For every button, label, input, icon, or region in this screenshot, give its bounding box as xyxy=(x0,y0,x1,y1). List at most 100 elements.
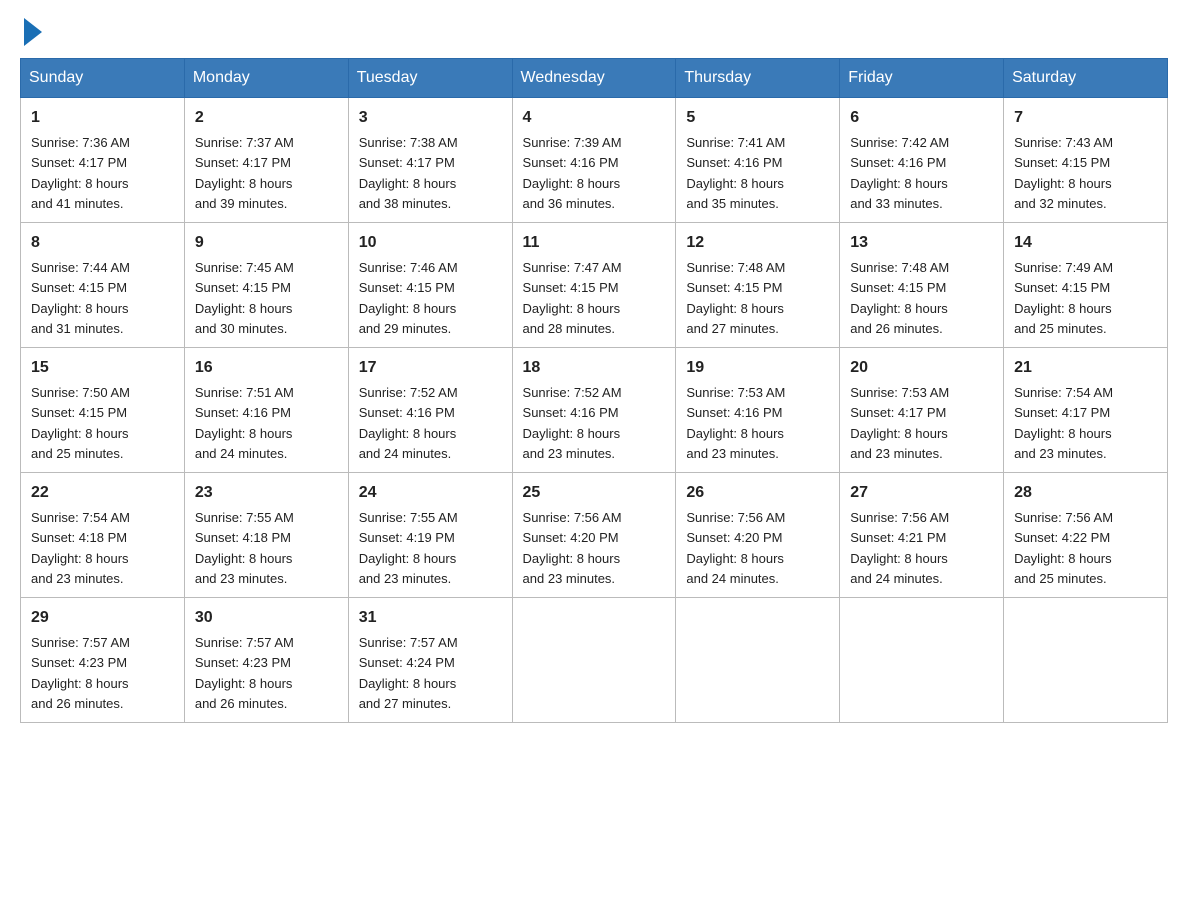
calendar-cell: 26Sunrise: 7:56 AMSunset: 4:20 PMDayligh… xyxy=(676,473,840,598)
day-number: 5 xyxy=(686,106,829,130)
calendar-cell: 16 Sunrise: 7:51 AMSunset: 4:16 PMDayligh… xyxy=(184,348,348,473)
day-number: 28 xyxy=(1014,481,1157,505)
day-number: 31 xyxy=(359,606,502,630)
calendar-cell: 3 Sunrise: 7:38 AMSunset: 4:17 PMDaylight… xyxy=(348,98,512,223)
day-info: Sunrise: 7:55 AMSunset: 4:18 PMDaylight:… xyxy=(195,510,294,586)
day-number: 20 xyxy=(850,356,993,380)
calendar-week-row: 15 Sunrise: 7:50 AMSunset: 4:15 PMDayligh… xyxy=(21,348,1168,473)
day-info: Sunrise: 7:54 AMSunset: 4:18 PMDaylight:… xyxy=(31,510,130,586)
day-header-sunday: Sunday xyxy=(21,59,185,98)
day-info: Sunrise: 7:50 AMSunset: 4:15 PMDaylight:… xyxy=(31,385,130,461)
day-info: Sunrise: 7:51 AMSunset: 4:16 PMDaylight:… xyxy=(195,385,294,461)
calendar-cell: 8Sunrise: 7:44 AMSunset: 4:15 PMDaylight… xyxy=(21,223,185,348)
day-number: 2 xyxy=(195,106,338,130)
day-number: 30 xyxy=(195,606,338,630)
calendar-cell: 10 Sunrise: 7:46 AMSunset: 4:15 PMDayligh… xyxy=(348,223,512,348)
logo-arrow-icon xyxy=(24,18,42,46)
day-info: Sunrise: 7:45 AMSunset: 4:15 PMDaylight:… xyxy=(195,260,294,336)
day-info: Sunrise: 7:54 AMSunset: 4:17 PMDaylight:… xyxy=(1014,385,1113,461)
day-info: Sunrise: 7:55 AMSunset: 4:19 PMDaylight:… xyxy=(359,510,458,586)
day-number: 23 xyxy=(195,481,338,505)
day-info: Sunrise: 7:57 AMSunset: 4:23 PMDaylight:… xyxy=(195,635,294,711)
calendar-cell: 17 Sunrise: 7:52 AMSunset: 4:16 PMDayligh… xyxy=(348,348,512,473)
day-number: 25 xyxy=(523,481,666,505)
day-number: 26 xyxy=(686,481,829,505)
day-header-wednesday: Wednesday xyxy=(512,59,676,98)
calendar-week-row: 22 Sunrise: 7:54 AMSunset: 4:18 PMDayligh… xyxy=(21,473,1168,598)
day-info: Sunrise: 7:43 AMSunset: 4:15 PMDaylight:… xyxy=(1014,135,1113,211)
day-number: 17 xyxy=(359,356,502,380)
calendar-cell: 5 Sunrise: 7:41 AMSunset: 4:16 PMDaylight… xyxy=(676,98,840,223)
calendar-cell: 27 Sunrise: 7:56 AMSunset: 4:21 PMDayligh… xyxy=(840,473,1004,598)
calendar-cell: 19 Sunrise: 7:53 AMSunset: 4:16 PMDayligh… xyxy=(676,348,840,473)
logo xyxy=(20,20,42,42)
calendar-cell: 29 Sunrise: 7:57 AMSunset: 4:23 PMDayligh… xyxy=(21,598,185,723)
day-info: Sunrise: 7:56 AMSunset: 4:22 PMDaylight:… xyxy=(1014,510,1113,586)
day-info: Sunrise: 7:47 AMSunset: 4:15 PMDaylight:… xyxy=(523,260,622,336)
calendar-cell xyxy=(676,598,840,723)
calendar-cell: 13 Sunrise: 7:48 AMSunset: 4:15 PMDayligh… xyxy=(840,223,1004,348)
day-number: 21 xyxy=(1014,356,1157,380)
day-info: Sunrise: 7:41 AMSunset: 4:16 PMDaylight:… xyxy=(686,135,785,211)
calendar-cell: 14 Sunrise: 7:49 AMSunset: 4:15 PMDayligh… xyxy=(1004,223,1168,348)
calendar-cell: 11 Sunrise: 7:47 AMSunset: 4:15 PMDayligh… xyxy=(512,223,676,348)
day-header-monday: Monday xyxy=(184,59,348,98)
day-number: 18 xyxy=(523,356,666,380)
calendar-cell xyxy=(512,598,676,723)
day-number: 15 xyxy=(31,356,174,380)
day-info: Sunrise: 7:52 AMSunset: 4:16 PMDaylight:… xyxy=(359,385,458,461)
day-info: Sunrise: 7:46 AMSunset: 4:15 PMDaylight:… xyxy=(359,260,458,336)
calendar-cell: 7Sunrise: 7:43 AMSunset: 4:15 PMDaylight… xyxy=(1004,98,1168,223)
calendar-week-row: 8Sunrise: 7:44 AMSunset: 4:15 PMDaylight… xyxy=(21,223,1168,348)
day-info: Sunrise: 7:56 AMSunset: 4:20 PMDaylight:… xyxy=(523,510,622,586)
day-number: 16 xyxy=(195,356,338,380)
day-number: 4 xyxy=(523,106,666,130)
day-info: Sunrise: 7:49 AMSunset: 4:15 PMDaylight:… xyxy=(1014,260,1113,336)
day-header-thursday: Thursday xyxy=(676,59,840,98)
day-info: Sunrise: 7:37 AMSunset: 4:17 PMDaylight:… xyxy=(195,135,294,211)
day-info: Sunrise: 7:42 AMSunset: 4:16 PMDaylight:… xyxy=(850,135,949,211)
calendar-cell: 31 Sunrise: 7:57 AMSunset: 4:24 PMDayligh… xyxy=(348,598,512,723)
calendar-cell: 12Sunrise: 7:48 AMSunset: 4:15 PMDayligh… xyxy=(676,223,840,348)
day-number: 9 xyxy=(195,231,338,255)
day-number: 1 xyxy=(31,106,174,130)
day-number: 11 xyxy=(523,231,666,255)
calendar-cell: 15 Sunrise: 7:50 AMSunset: 4:15 PMDayligh… xyxy=(21,348,185,473)
day-info: Sunrise: 7:38 AMSunset: 4:17 PMDaylight:… xyxy=(359,135,458,211)
day-info: Sunrise: 7:48 AMSunset: 4:15 PMDaylight:… xyxy=(850,260,949,336)
calendar-cell: 2 Sunrise: 7:37 AMSunset: 4:17 PMDaylight… xyxy=(184,98,348,223)
calendar-cell: 6Sunrise: 7:42 AMSunset: 4:16 PMDaylight… xyxy=(840,98,1004,223)
calendar-cell: 23 Sunrise: 7:55 AMSunset: 4:18 PMDayligh… xyxy=(184,473,348,598)
day-info: Sunrise: 7:48 AMSunset: 4:15 PMDaylight:… xyxy=(686,260,785,336)
day-header-friday: Friday xyxy=(840,59,1004,98)
calendar-table: SundayMondayTuesdayWednesdayThursdayFrid… xyxy=(20,58,1168,723)
calendar-cell: 18Sunrise: 7:52 AMSunset: 4:16 PMDayligh… xyxy=(512,348,676,473)
day-number: 14 xyxy=(1014,231,1157,255)
calendar-cell: 4 Sunrise: 7:39 AMSunset: 4:16 PMDaylight… xyxy=(512,98,676,223)
calendar-cell xyxy=(840,598,1004,723)
page-header xyxy=(20,20,1168,42)
day-number: 13 xyxy=(850,231,993,255)
day-header-saturday: Saturday xyxy=(1004,59,1168,98)
day-info: Sunrise: 7:56 AMSunset: 4:21 PMDaylight:… xyxy=(850,510,949,586)
day-info: Sunrise: 7:36 AMSunset: 4:17 PMDaylight:… xyxy=(31,135,130,211)
calendar-cell: 9 Sunrise: 7:45 AMSunset: 4:15 PMDaylight… xyxy=(184,223,348,348)
day-info: Sunrise: 7:57 AMSunset: 4:24 PMDaylight:… xyxy=(359,635,458,711)
calendar-cell: 24Sunrise: 7:55 AMSunset: 4:19 PMDayligh… xyxy=(348,473,512,598)
calendar-cell xyxy=(1004,598,1168,723)
day-number: 8 xyxy=(31,231,174,255)
day-number: 3 xyxy=(359,106,502,130)
day-number: 19 xyxy=(686,356,829,380)
day-header-tuesday: Tuesday xyxy=(348,59,512,98)
day-number: 29 xyxy=(31,606,174,630)
day-number: 10 xyxy=(359,231,502,255)
day-info: Sunrise: 7:39 AMSunset: 4:16 PMDaylight:… xyxy=(523,135,622,211)
day-number: 22 xyxy=(31,481,174,505)
calendar-week-row: 1 Sunrise: 7:36 AMSunset: 4:17 PMDaylight… xyxy=(21,98,1168,223)
calendar-cell: 1 Sunrise: 7:36 AMSunset: 4:17 PMDaylight… xyxy=(21,98,185,223)
day-info: Sunrise: 7:53 AMSunset: 4:16 PMDaylight:… xyxy=(686,385,785,461)
day-number: 27 xyxy=(850,481,993,505)
calendar-cell: 30 Sunrise: 7:57 AMSunset: 4:23 PMDayligh… xyxy=(184,598,348,723)
day-info: Sunrise: 7:57 AMSunset: 4:23 PMDaylight:… xyxy=(31,635,130,711)
calendar-cell: 28 Sunrise: 7:56 AMSunset: 4:22 PMDayligh… xyxy=(1004,473,1168,598)
